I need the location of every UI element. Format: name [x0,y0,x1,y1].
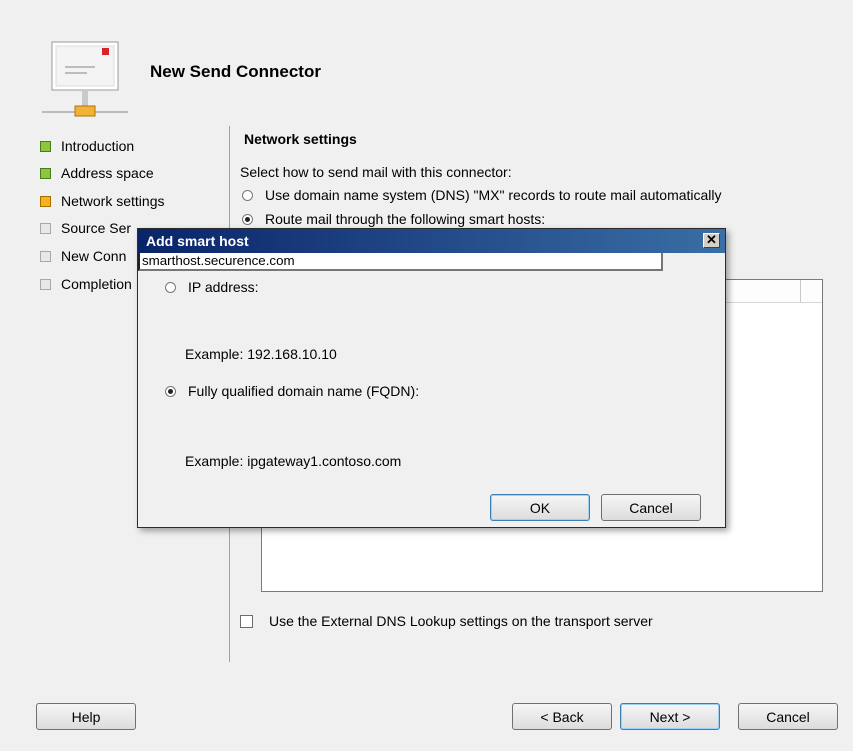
wizard-title: New Send Connector [150,62,321,81]
step-complete-icon [40,140,51,152]
step-current-icon [40,195,51,207]
section-title: Network settings [244,131,357,147]
external-dns-option[interactable]: Use the External DNS Lookup settings on … [240,613,653,629]
fqdn-option[interactable]: Fully qualified domain name (FQDN): [165,383,419,399]
dns-mx-option[interactable]: Use domain name system (DNS) "MX" record… [242,187,722,203]
step-pending-icon [40,278,51,290]
external-dns-label: Use the External DNS Lookup settings on … [269,613,653,629]
help-button[interactable]: Help [36,703,136,730]
wizard-cancel-button[interactable]: Cancel [738,703,838,730]
nav-item-label: Network settings [61,193,165,209]
back-button[interactable]: < Back [512,703,612,730]
smarthost-option[interactable]: Route mail through the following smart h… [242,211,545,227]
nav-item-source-server: Source Ser [40,218,131,238]
section-prompt: Select how to send mail with this connec… [240,164,512,180]
dialog-title: Add smart host [146,233,249,249]
dialog-titlebar[interactable]: Add smart host ✕ [138,229,725,253]
nav-item-label: Completion [61,276,132,292]
step-complete-icon [40,167,51,179]
send-connector-icon [42,41,128,117]
dns-mx-label: Use domain name system (DNS) "MX" record… [265,187,722,203]
step-pending-icon [40,222,51,234]
step-pending-icon [40,250,51,262]
ip-address-radio[interactable] [165,281,176,293]
smarthost-radio[interactable] [242,213,253,225]
add-smart-host-dialog: Add smart host ✕ IP address: Example: 19… [137,228,726,528]
nav-item-completion: Completion [40,274,132,294]
nav-item-label: Address space [61,165,154,181]
fqdn-example: Example: ipgateway1.contoso.com [185,453,402,469]
next-button[interactable]: Next > [620,703,720,730]
fqdn-radio[interactable] [165,385,176,397]
fqdn-input[interactable] [138,250,663,271]
ip-address-example: Example: 192.168.10.10 [185,346,337,362]
nav-item-network-settings: Network settings [40,191,164,211]
nav-item-introduction: Introduction [40,136,134,156]
dns-mx-radio[interactable] [242,189,253,201]
smarthost-label: Route mail through the following smart h… [265,211,546,227]
external-dns-checkbox[interactable] [240,614,253,628]
nav-item-label: Source Ser [61,220,132,236]
list-column-separator[interactable] [800,280,801,302]
close-icon[interactable]: ✕ [703,233,720,248]
ok-button[interactable]: OK [490,494,590,521]
nav-item-label: New Conn [61,248,127,264]
nav-item-address-space: Address space [40,163,154,183]
ip-address-option[interactable]: IP address: [165,279,259,295]
nav-item-new-connector: New Conn [40,246,126,266]
ip-address-label: IP address: [188,279,259,295]
fqdn-label: Fully qualified domain name (FQDN): [188,383,420,399]
nav-item-label: Introduction [61,138,135,154]
dialog-cancel-button[interactable]: Cancel [601,494,701,521]
